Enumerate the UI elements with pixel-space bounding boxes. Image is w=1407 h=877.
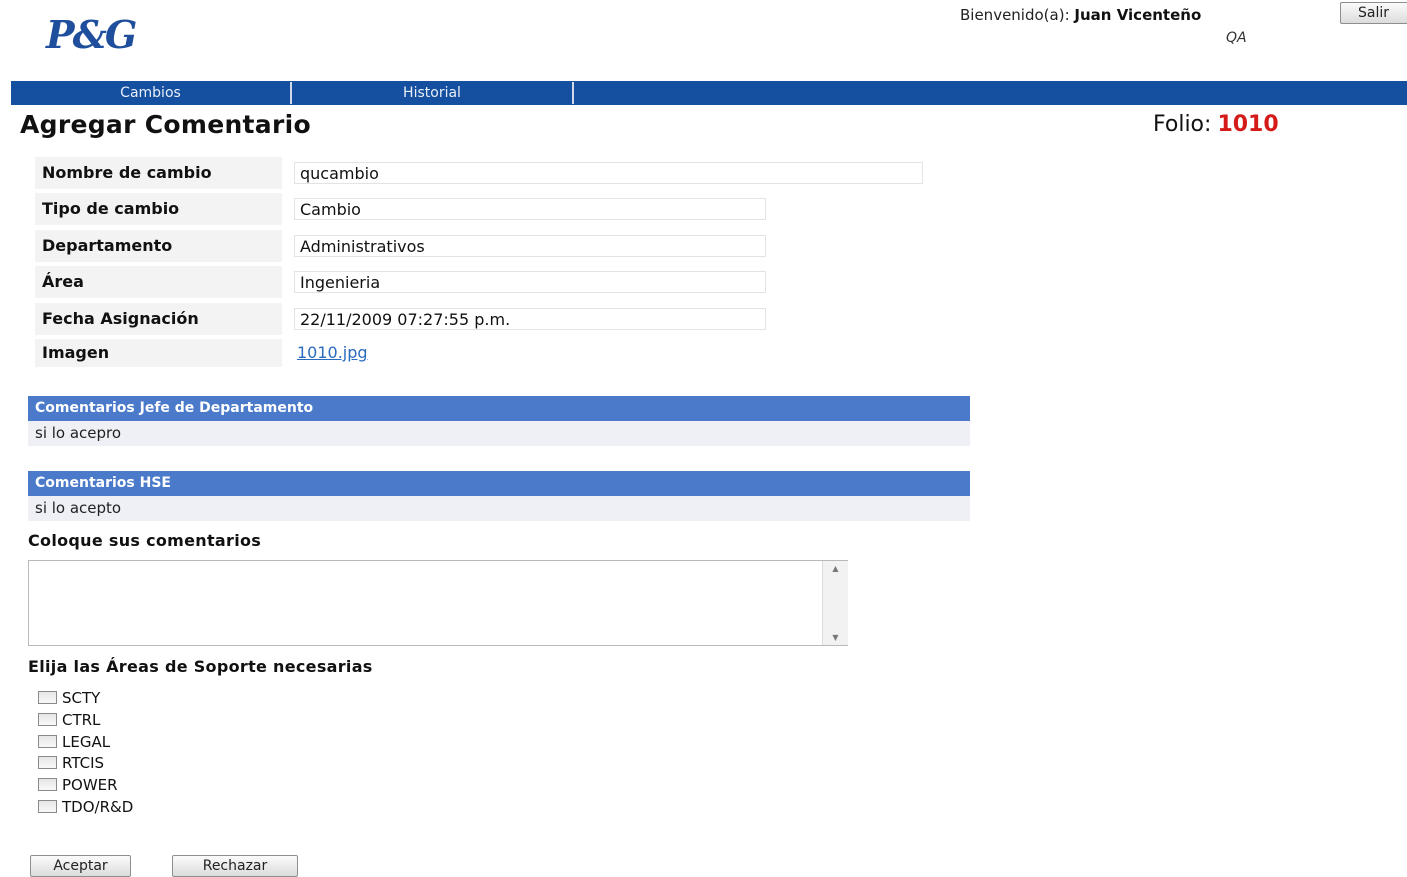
- field-label-departamento: Departamento: [35, 230, 282, 262]
- checkbox-label: SCTY: [62, 689, 101, 707]
- tab-historial[interactable]: Historial: [292, 82, 574, 104]
- tab-cambios[interactable]: Cambios: [11, 82, 292, 104]
- checkbox-label: CTRL: [62, 711, 101, 729]
- dept-comments-header: Comentarios Jefe de Departamento: [28, 396, 970, 421]
- field-label-nombre: Nombre de cambio: [35, 157, 282, 189]
- hse-comments-text: si lo acepto: [28, 496, 970, 521]
- support-areas-label: Elija las Áreas de Soporte necesarias: [28, 657, 373, 676]
- welcome-text: Bienvenido(a): Juan Vicenteño: [960, 6, 1201, 24]
- field-label-tipo: Tipo de cambio: [35, 193, 282, 225]
- user-role: QA: [1226, 30, 1247, 46]
- checkbox-label: RTCIS: [62, 754, 105, 772]
- support-area-rtcis[interactable]: RTCIS: [38, 753, 104, 773]
- page-title: Agregar Comentario: [20, 110, 311, 139]
- field-value-nombre: qucambio: [294, 162, 923, 184]
- support-area-scty[interactable]: SCTY: [38, 688, 100, 708]
- support-area-legal[interactable]: LEGAL: [38, 732, 110, 752]
- textarea-scrollbar[interactable]: ▲ ▼: [822, 561, 848, 645]
- support-area-power[interactable]: POWER: [38, 775, 118, 795]
- field-value-tipo: Cambio: [294, 198, 766, 220]
- field-label-fecha: Fecha Asignación: [35, 303, 282, 335]
- checkbox[interactable]: [38, 712, 57, 726]
- hse-comments-header: Comentarios HSE: [28, 471, 970, 496]
- field-label-area: Área: [35, 266, 282, 298]
- logout-button[interactable]: Salir: [1340, 2, 1407, 24]
- support-area-tdo-rd[interactable]: TDO/R&D: [38, 797, 133, 817]
- checkbox-label: POWER: [62, 776, 118, 794]
- checkbox[interactable]: [38, 690, 57, 704]
- support-area-ctrl[interactable]: CTRL: [38, 710, 100, 730]
- image-link[interactable]: 1010.jpg: [297, 343, 368, 362]
- checkbox[interactable]: [38, 777, 57, 791]
- comments-textarea[interactable]: [28, 560, 848, 646]
- checkbox[interactable]: [38, 799, 57, 813]
- folio-label: Folio:: [1153, 112, 1212, 137]
- user-name: Juan Vicenteño: [1074, 6, 1202, 24]
- folio: Folio: 1010: [1153, 112, 1279, 137]
- folio-number: 1010: [1217, 112, 1279, 137]
- field-label-imagen: Imagen: [35, 339, 282, 367]
- checkbox-label: LEGAL: [62, 733, 111, 751]
- comments-label: Coloque sus comentarios: [28, 531, 262, 550]
- scroll-down-icon[interactable]: ▼: [823, 633, 848, 642]
- dept-comments-text: si lo acepro: [28, 421, 970, 446]
- welcome-label: Bienvenido(a):: [960, 6, 1070, 24]
- nav-bar: Cambios Historial: [11, 81, 1407, 105]
- checkbox[interactable]: [38, 755, 57, 769]
- checkbox-label: TDO/R&D: [62, 798, 134, 816]
- field-value-departamento: Administrativos: [294, 235, 766, 257]
- scroll-up-icon[interactable]: ▲: [823, 564, 848, 573]
- field-value-area: Ingenieria: [294, 271, 766, 293]
- pg-logo: P&G: [46, 12, 137, 57]
- checkbox[interactable]: [38, 734, 57, 748]
- field-value-fecha: 22/11/2009 07:27:55 p.m.: [294, 308, 766, 330]
